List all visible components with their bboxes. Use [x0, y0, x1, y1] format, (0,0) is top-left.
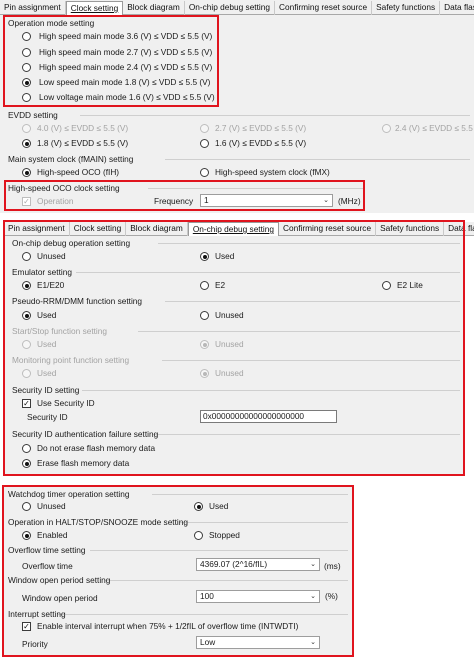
tab-clock-setting[interactable]: Clock setting	[65, 1, 124, 15]
top-tab-bar: Pin assignment Clock setting Block diagr…	[0, 1, 474, 15]
evdd-radio-5[interactable]	[200, 139, 209, 148]
tab-pin-assignment[interactable]: Pin assignment	[0, 1, 66, 15]
separator	[80, 115, 470, 116]
main-clock-radio-fmx[interactable]	[200, 168, 209, 177]
evdd-radio-1[interactable]	[22, 124, 31, 133]
tab-confirming-reset[interactable]: Confirming reset source	[275, 1, 373, 15]
evdd-title: EVDD setting	[8, 110, 58, 120]
highlight-oco-clock	[4, 180, 365, 211]
highlight-watchdog-panel	[2, 485, 354, 657]
highlight-debug-panel	[3, 220, 465, 476]
evdd-label-4: 1.8 (V) ≤ EVDD ≤ 5.5 (V)	[37, 138, 129, 148]
tab-block-diagram[interactable]: Block diagram	[123, 1, 185, 15]
evdd-radio-4[interactable]	[22, 139, 31, 148]
main-clock-radio-oco[interactable]	[22, 168, 31, 177]
evdd-label-2: 2.7 (V) ≤ EVDD ≤ 5.5 (V)	[215, 123, 307, 133]
evdd-label-1: 4.0 (V) ≤ EVDD ≤ 5.5 (V)	[37, 123, 129, 133]
separator	[165, 159, 470, 160]
main-clock-label-fmx: High-speed system clock (fMX)	[215, 167, 330, 177]
main-clock-label-oco: High-speed OCO (fIH)	[37, 167, 120, 177]
tab-on-chip-debug[interactable]: On-chip debug setting	[185, 1, 275, 15]
main-clock-title: Main system clock (fMAIN) setting	[8, 154, 134, 164]
evdd-radio-2[interactable]	[200, 124, 209, 133]
highlight-operation-mode	[3, 15, 219, 107]
evdd-radio-3[interactable]	[382, 124, 391, 133]
tab-data-flash[interactable]: Data flash	[440, 1, 474, 15]
evdd-label-3: 2.4 (V) ≤ EVDD ≤ 5.5 (V)	[395, 123, 474, 133]
evdd-label-5: 1.6 (V) ≤ EVDD ≤ 5.5 (V)	[215, 138, 307, 148]
tab-safety-functions[interactable]: Safety functions	[372, 1, 441, 15]
